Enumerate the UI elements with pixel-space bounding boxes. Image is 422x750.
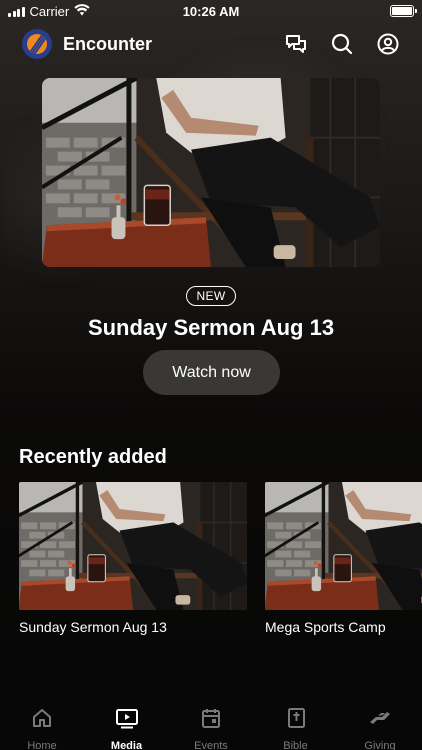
tab-events-label: Events <box>194 740 228 750</box>
status-left: Carrier <box>8 4 90 19</box>
battery-icon <box>390 5 417 17</box>
app-logo-icon <box>22 29 52 59</box>
tab-giving[interactable]: Giving <box>344 700 416 750</box>
app-title: Encounter <box>63 33 153 54</box>
tab-bible-label: Bible <box>283 740 308 750</box>
video-play-icon <box>115 707 139 734</box>
home-icon <box>31 707 53 734</box>
status-bar: Carrier 10:26 AM <box>0 0 422 22</box>
media-card-title: Sunday Sermon Aug 13 <box>19 619 167 635</box>
media-card[interactable]: Mega Sports Camp <box>265 482 422 635</box>
wifi-icon <box>74 3 90 19</box>
tab-home-label: Home <box>27 740 57 750</box>
tab-events[interactable]: Events <box>175 700 247 750</box>
tab-media[interactable]: Media <box>91 700 163 750</box>
new-badge: NEW <box>186 286 236 306</box>
search-icon[interactable] <box>330 32 354 56</box>
tab-bible[interactable]: Bible <box>260 700 332 750</box>
tab-giving-label: Giving <box>364 740 396 750</box>
profile-icon[interactable] <box>376 32 400 56</box>
header-actions <box>284 32 400 56</box>
watch-now-button[interactable]: Watch now <box>143 350 280 395</box>
media-card[interactable]: Sunday Sermon Aug 13 <box>19 482 247 635</box>
giving-hand-icon <box>368 707 392 734</box>
bible-icon <box>285 707 307 734</box>
status-time: 10:26 AM <box>182 3 240 19</box>
carrier-label: Carrier <box>29 3 70 19</box>
media-card-thumbnail[interactable] <box>265 482 422 610</box>
tab-home[interactable]: Home <box>6 700 78 750</box>
chat-bubbles-icon[interactable] <box>284 32 308 56</box>
featured-title: Sunday Sermon Aug 13 <box>87 315 335 340</box>
tab-media-label: Media <box>110 740 143 750</box>
app-header: Encounter <box>0 26 422 62</box>
bottom-tab-bar: Home Media Events Bible Giving <box>0 700 422 750</box>
app-screen: Carrier 10:26 AM Encounter NEW Sunday Se… <box>0 0 422 750</box>
featured-image[interactable] <box>42 78 380 267</box>
recently-added-heading: Recently added <box>19 446 167 468</box>
media-card-title: Mega Sports Camp <box>265 619 386 635</box>
media-card-thumbnail[interactable] <box>19 482 247 610</box>
signal-icon <box>8 6 25 17</box>
calendar-icon <box>200 707 222 734</box>
